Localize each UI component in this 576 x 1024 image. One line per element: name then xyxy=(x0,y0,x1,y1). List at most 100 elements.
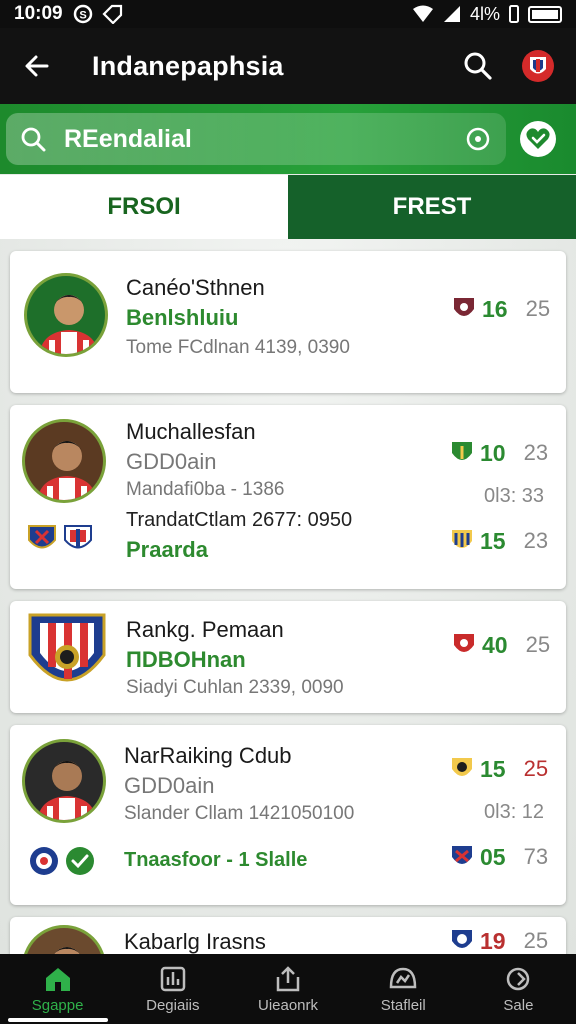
player-portrait-icon xyxy=(37,761,97,820)
status-bar: 10:09 S 4l% xyxy=(0,0,576,28)
list-item[interactable]: Canéo'Sthnen Benlshluiu Tome FCdlnan 413… xyxy=(10,251,566,393)
club-name: Canéo'Sthnen xyxy=(126,275,265,300)
match-time: 0l3: 33 xyxy=(484,485,545,507)
club-status: Tnaasfoor - 1 Slalle xyxy=(124,849,308,871)
stat-block: 15 25 xyxy=(450,755,548,783)
search-icon xyxy=(464,52,492,80)
stat-secondary: 25 xyxy=(523,756,549,781)
tab-frsoi[interactable]: FRSOI xyxy=(0,175,288,239)
check-badge-icon xyxy=(66,847,94,875)
club-subtitle: ПDBOHnan xyxy=(126,647,246,672)
club-subtitle: GDD0ain xyxy=(124,773,215,798)
search-button[interactable] xyxy=(448,28,508,104)
avatar xyxy=(22,419,106,503)
list-item[interactable]: Rankg. Pemaan ПDBOHnan Siadyi Cuhlan 233… xyxy=(10,601,566,713)
app-bar: Indanepaphsia xyxy=(0,28,576,104)
refresh-icon xyxy=(507,967,530,990)
notification-icon: S xyxy=(73,4,92,24)
club-crest-button[interactable] xyxy=(508,28,568,104)
lens-icon[interactable] xyxy=(464,125,492,153)
club-status: Praarda xyxy=(126,537,208,562)
stat-value: 16 xyxy=(482,295,508,322)
search-input[interactable]: REendalial xyxy=(6,113,506,165)
club-name: NarRaiking Cdub xyxy=(124,743,292,768)
shield-icon xyxy=(452,530,472,548)
club-detail: TrandatCtlam 2677: 0950 xyxy=(126,509,353,531)
nav-item-sgappe[interactable]: Sgappe xyxy=(0,954,115,1024)
avatar xyxy=(24,273,108,357)
search-icon xyxy=(21,127,46,152)
stats-icon xyxy=(160,966,186,991)
stat-value: 05 xyxy=(480,843,506,870)
status-right: 4l% xyxy=(412,4,562,25)
nav-item-degiaiis[interactable]: Degiaiis xyxy=(115,954,230,1024)
stat-block: 19 25 xyxy=(450,927,548,954)
nav-label: Stafleil xyxy=(380,996,426,1014)
nav-item-uieaonrk[interactable]: Uieaonrk xyxy=(230,954,345,1024)
wifi-icon xyxy=(412,5,433,22)
club-name: Muchallesfan xyxy=(126,419,256,444)
list-item[interactable]: Muchallesfan GDD0ain Mandafi0ba - 1386 T… xyxy=(10,405,566,589)
stat-secondary: 73 xyxy=(523,844,549,869)
home-icon xyxy=(45,967,70,991)
share-icon xyxy=(276,965,300,991)
nav-label: Sgappe xyxy=(31,996,84,1014)
club-badge-icon xyxy=(64,525,92,549)
avatar xyxy=(22,739,106,823)
home-indicator xyxy=(8,1018,108,1022)
shield-icon xyxy=(452,930,472,948)
nav-item-sale[interactable]: Sale xyxy=(461,954,576,1024)
club-meta: Slander Cllam 1421050100 xyxy=(124,803,355,824)
stat-block: 40 25 xyxy=(452,631,550,659)
stat-value: 15 xyxy=(480,527,506,554)
stat-secondary: 23 xyxy=(523,528,549,553)
club-name: Rankg. Pemaan xyxy=(126,617,284,642)
club-subtitle: Benlshluiu xyxy=(126,305,239,330)
signal-icon xyxy=(443,6,460,22)
club-meta: Siadyi Cuhlan 2339, 0090 xyxy=(126,677,344,698)
club-meta: Mandafi0ba - 1386 xyxy=(126,479,285,500)
player-portrait-icon xyxy=(37,441,97,500)
club-badge-icon xyxy=(28,525,56,549)
player-portrait-icon xyxy=(39,295,99,354)
back-arrow-icon xyxy=(25,55,49,77)
chart-icon xyxy=(389,967,417,988)
tab-frest[interactable]: FREST xyxy=(288,175,576,239)
stat-value: 19 xyxy=(480,927,506,954)
stat-secondary: 25 xyxy=(525,296,551,321)
stat-secondary: 23 xyxy=(523,440,549,465)
nav-item-stafleil[interactable]: Stafleil xyxy=(346,954,461,1024)
club-badge-icon xyxy=(30,847,58,875)
match-time: 0l3: 12 xyxy=(484,801,545,823)
list-item[interactable]: NarRaiking Cdub GDD0ain Slander Cllam 14… xyxy=(10,725,566,905)
status-time: 10:09 xyxy=(14,3,63,24)
stat-value: 10 xyxy=(480,439,506,466)
tag-icon xyxy=(102,4,122,24)
stat-value: 40 xyxy=(482,631,508,658)
battery-percent: 4l% xyxy=(469,3,500,24)
shield-icon xyxy=(454,634,474,652)
app-root: 10:09 S 4l% Indanepaphsia REendalial FRS… xyxy=(0,0,576,1024)
stat-value: 15 xyxy=(480,755,506,782)
club-subtitle: GDD0ain xyxy=(126,449,217,474)
status-icons: S xyxy=(73,4,123,24)
club-crest-icon xyxy=(522,50,554,82)
shield-icon xyxy=(452,846,472,864)
favorite-button[interactable] xyxy=(520,121,556,157)
stat-block: 05 73 xyxy=(450,843,548,871)
stat-block: 15 23 xyxy=(450,527,548,555)
nav-label: Sale xyxy=(503,996,534,1014)
avatar xyxy=(22,925,106,954)
club-name: Kabarlg Irasns xyxy=(124,929,266,954)
svg-text:S: S xyxy=(79,10,86,22)
battery-icon xyxy=(528,5,562,23)
stat-block: 16 25 xyxy=(452,295,550,323)
search-bar-region: REendalial xyxy=(0,104,576,174)
tab-bar: FRSOI FREST xyxy=(0,175,576,239)
search-input-value: REendalial xyxy=(64,124,192,153)
back-button[interactable] xyxy=(0,28,74,104)
list-item[interactable]: Kabarlg Irasns 19 25 xyxy=(10,917,566,954)
stat-secondary: 25 xyxy=(523,928,549,953)
heart-check-icon xyxy=(526,128,550,149)
page-title: Indanepaphsia xyxy=(92,50,284,81)
